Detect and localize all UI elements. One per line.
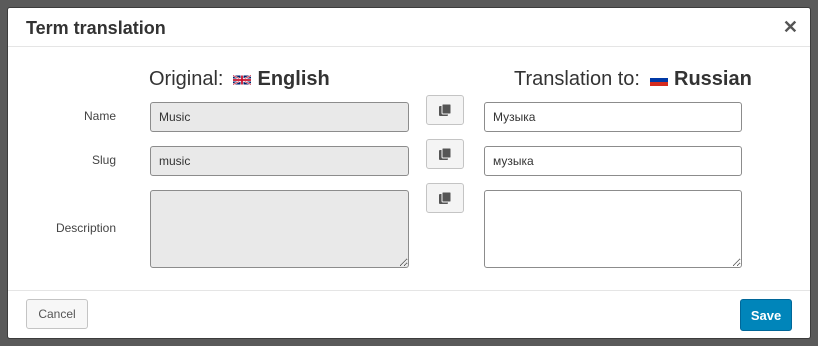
dialog-footer: Cancel Save bbox=[8, 290, 810, 338]
original-language-header: Original: English bbox=[149, 68, 330, 91]
translated-name-field[interactable] bbox=[484, 102, 742, 132]
translation-language-header: Translation to: Russian bbox=[514, 68, 752, 91]
copy-name-button[interactable] bbox=[426, 95, 464, 125]
slug-label: Slug bbox=[91, 153, 116, 167]
translation-label: Translation to: bbox=[514, 68, 640, 90]
term-translation-dialog: Term translation ✕ Original: English Tra… bbox=[8, 8, 810, 338]
copy-icon bbox=[439, 191, 452, 204]
save-button[interactable]: Save bbox=[740, 299, 792, 331]
description-label: Description bbox=[55, 221, 116, 235]
translated-slug-field[interactable] bbox=[484, 146, 742, 176]
dialog-title: Term translation bbox=[26, 18, 166, 38]
dialog-header: Term translation ✕ bbox=[8, 8, 810, 47]
translation-language: Russian bbox=[674, 68, 752, 90]
original-name-field[interactable] bbox=[150, 102, 409, 132]
cancel-button[interactable]: Cancel bbox=[26, 299, 88, 329]
original-language: English bbox=[257, 68, 330, 90]
translated-description-field[interactable] bbox=[484, 190, 742, 268]
russia-flag-icon bbox=[650, 73, 668, 86]
close-icon[interactable]: ✕ bbox=[783, 18, 798, 36]
original-slug-field[interactable] bbox=[150, 146, 409, 176]
copy-icon bbox=[439, 147, 452, 160]
copy-description-button[interactable] bbox=[426, 183, 464, 213]
copy-icon bbox=[439, 103, 452, 116]
original-description-field[interactable] bbox=[150, 190, 409, 268]
uk-flag-icon bbox=[233, 74, 252, 85]
name-label: Name bbox=[83, 109, 116, 123]
original-label: Original: bbox=[149, 68, 224, 90]
copy-slug-button[interactable] bbox=[426, 139, 464, 169]
